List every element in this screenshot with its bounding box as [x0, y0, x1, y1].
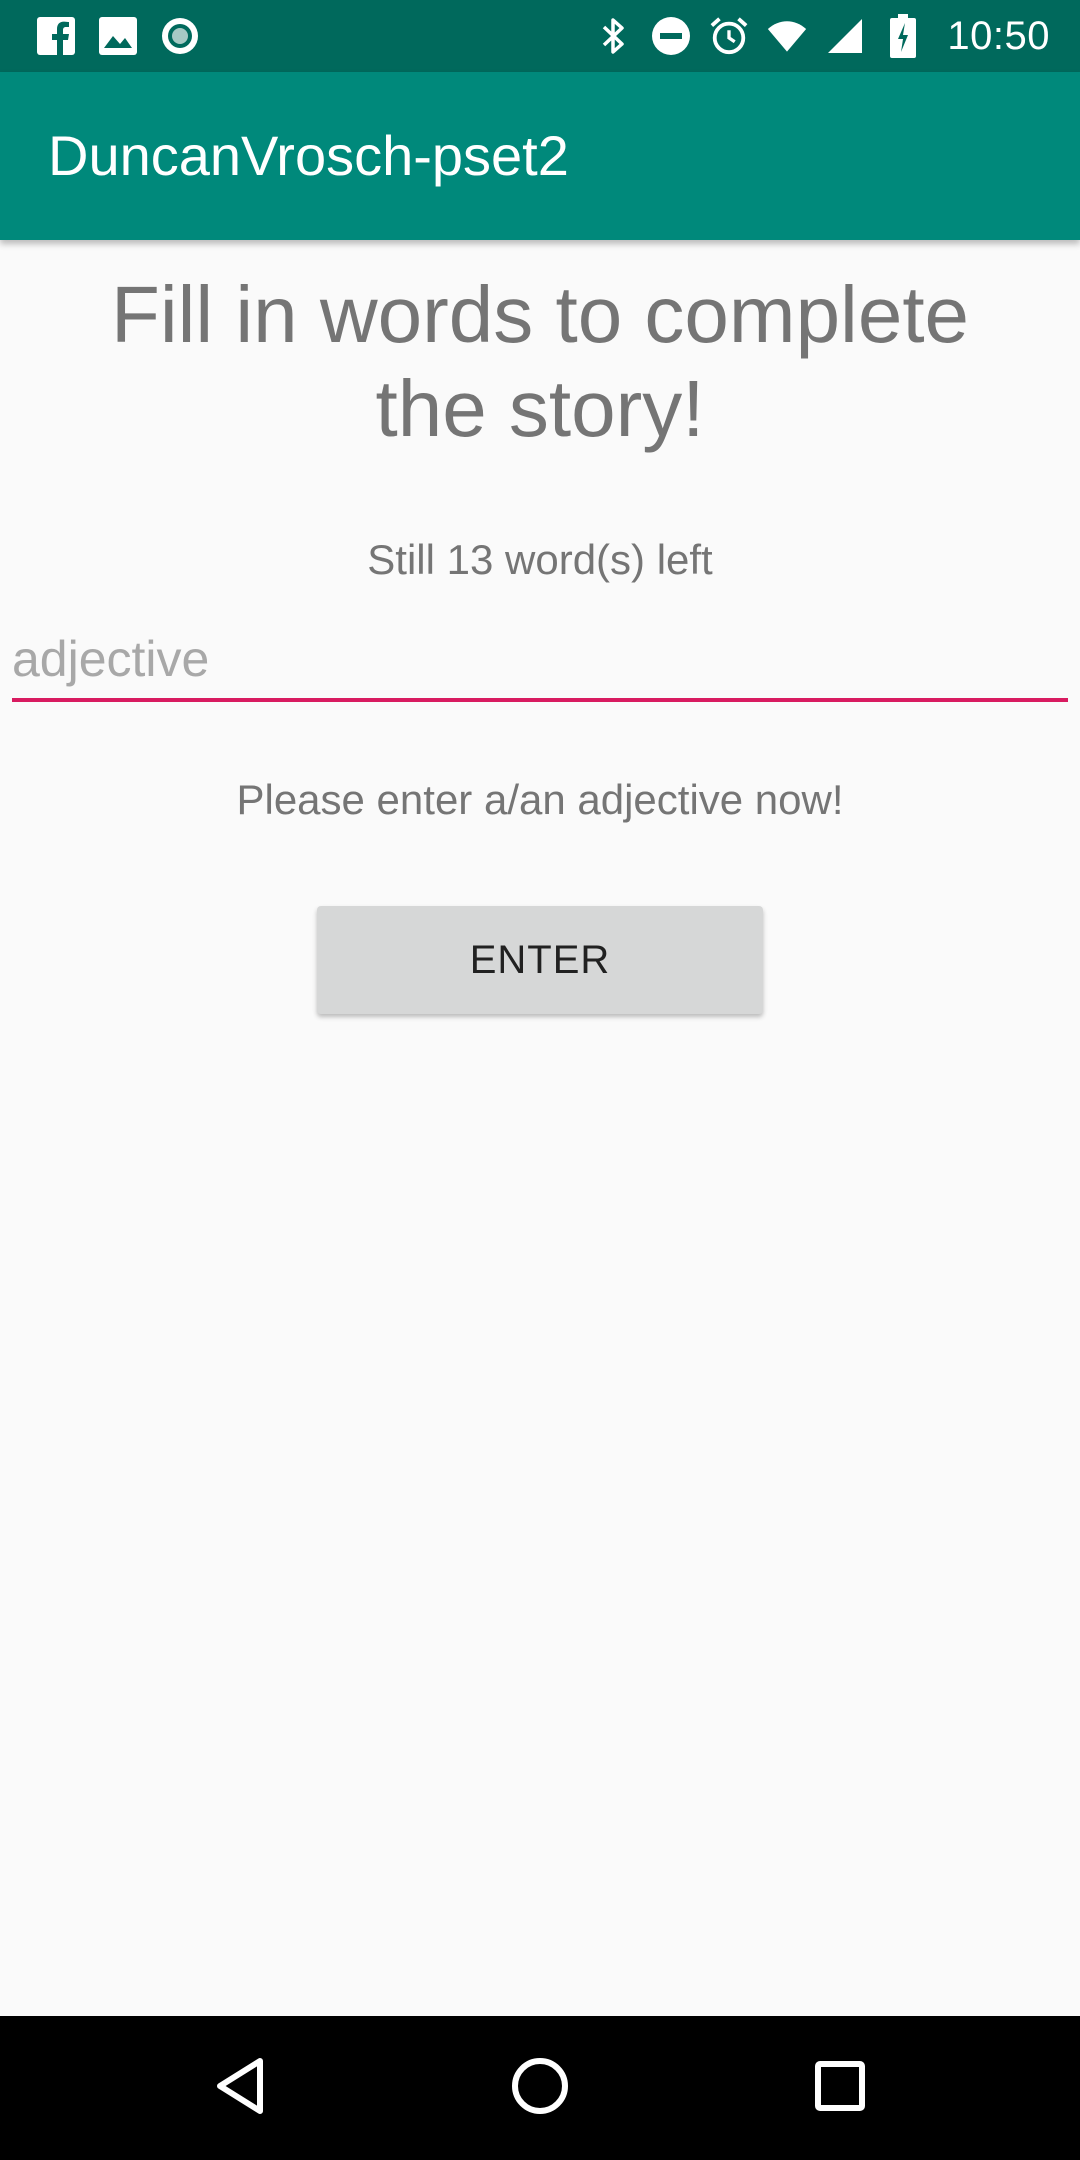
app-bar: DuncanVrosch-pset2	[0, 72, 1080, 240]
alarm-icon	[709, 16, 749, 56]
word-input[interactable]	[12, 620, 1068, 702]
status-time: 10:50	[947, 13, 1050, 58]
record-icon	[160, 16, 200, 56]
word-prompt: Please enter a/an adjective now!	[236, 776, 844, 823]
home-icon	[510, 2056, 570, 2121]
navigation-bar	[0, 2016, 1080, 2160]
cell-signal-icon	[825, 16, 865, 56]
app-title: DuncanVrosch-pset2	[48, 124, 569, 187]
enter-button[interactable]: ENTER	[317, 906, 763, 1014]
back-icon	[212, 2056, 268, 2121]
bluetooth-icon	[593, 16, 633, 56]
words-left-counter: Still 13 word(s) left	[367, 536, 713, 583]
battery-icon	[883, 14, 923, 58]
home-button[interactable]	[504, 2052, 576, 2124]
gallery-icon	[98, 16, 138, 56]
do-not-disturb-icon	[651, 16, 691, 56]
status-left-icons	[36, 14, 200, 58]
back-button[interactable]	[204, 2052, 276, 2124]
recents-icon	[814, 2060, 866, 2117]
recents-button[interactable]	[804, 2052, 876, 2124]
screen: 10:50 DuncanVrosch-pset2 Fill in words t…	[0, 0, 1080, 2160]
facebook-icon	[36, 16, 76, 56]
headline: Fill in words to complete the story!	[110, 270, 970, 453]
status-right-icons: 10:50	[593, 14, 1050, 58]
status-bar: 10:50	[0, 0, 1080, 72]
wifi-icon	[767, 16, 807, 56]
